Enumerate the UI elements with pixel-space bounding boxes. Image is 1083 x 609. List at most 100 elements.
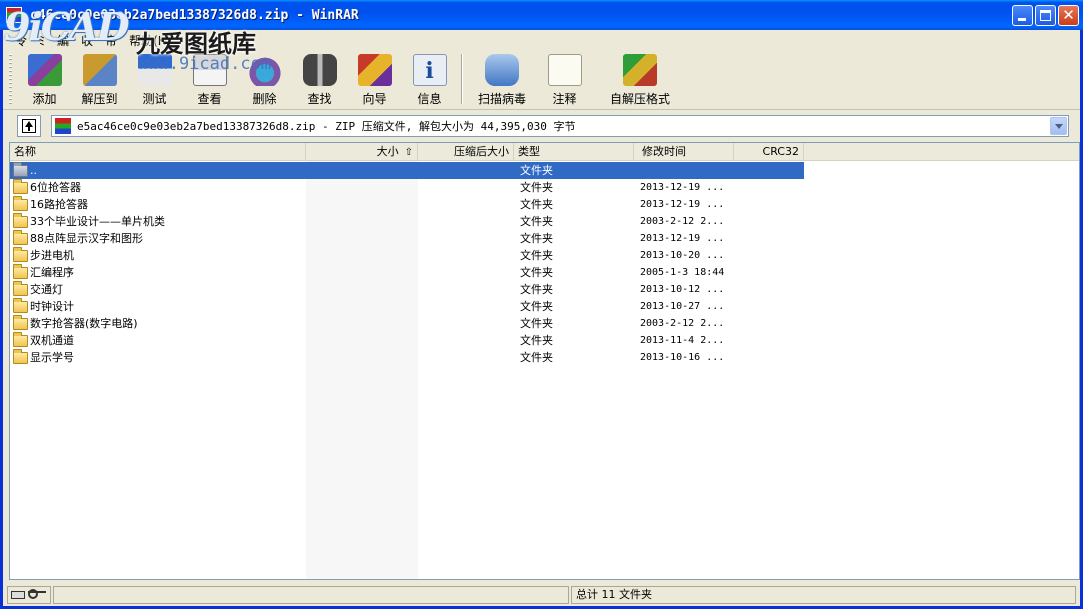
info-button[interactable]: 信息 — [402, 50, 457, 108]
folder-icon — [13, 264, 28, 279]
column-header-packed[interactable]: 压缩后大小 — [418, 143, 514, 161]
delete-label: 删除 — [252, 92, 277, 106]
delete-button[interactable]: 删除 — [237, 50, 292, 108]
path-dropdown-button[interactable] — [1050, 117, 1067, 135]
file-row[interactable]: 步进电机 文件夹 2013-10-20 ... — [10, 247, 1079, 264]
file-modified: 2013-12-19 ... — [640, 182, 725, 193]
test-button[interactable]: 测试 — [127, 50, 182, 108]
add-button[interactable]: 添加 — [17, 50, 72, 108]
find-button[interactable]: 查找 — [292, 50, 347, 108]
column-packed-label: 压缩后大小 — [454, 145, 509, 158]
wizard-button[interactable]: 向导 — [347, 50, 402, 108]
extract-to-button[interactable]: 解压到 — [72, 50, 127, 108]
column-header-name[interactable]: 名称 — [10, 143, 306, 161]
file-type: 文件夹 — [520, 317, 553, 330]
menu-item-4[interactable]: 収 — [75, 30, 99, 51]
menu-item-help[interactable]: 帮助(H) — [123, 30, 177, 51]
file-row-parent[interactable]: .. 文件夹 — [10, 162, 1079, 179]
toolbar-separator — [461, 54, 463, 104]
comment-button[interactable]: 注释 — [537, 50, 592, 108]
close-button[interactable]: ✕ — [1058, 5, 1079, 26]
file-modified: 2013-10-20 ... — [640, 250, 725, 261]
file-list[interactable]: 名称 大小 ⇧ 压缩后大小 类型 修改时间 CRC32 .. 文件夹 6位抢答器 … — [9, 142, 1080, 580]
file-type: 文件夹 — [520, 249, 553, 262]
archive-path-combo[interactable]: e5ac46ce0c9e03eb2a7bed13387326d8.zip - Z… — [51, 115, 1069, 137]
title-bar[interactable]: c46ce0c9e03eb2a7bed13387326d8.zip - WinR… — [0, 0, 1083, 30]
file-name: 交通灯 — [30, 283, 63, 296]
view-icon — [192, 54, 227, 86]
file-modified: 2003-2-12 2... — [640, 318, 725, 329]
file-row[interactable]: 双机通道 文件夹 2013-11-4 2... — [10, 332, 1079, 349]
file-name: 88点阵显示汉字和图形 — [30, 232, 143, 245]
archive-path-text: e5ac46ce0c9e03eb2a7bed13387326d8.zip - Z… — [77, 120, 576, 133]
file-name: 33个毕业设计——单片机类 — [30, 215, 165, 228]
comment-icon — [547, 54, 582, 86]
file-row[interactable]: 汇编程序 文件夹 2005-1-3 18:44 — [10, 264, 1079, 281]
archive-icon — [55, 118, 71, 134]
address-bar: e5ac46ce0c9e03eb2a7bed13387326d8.zip - Z… — [3, 112, 1080, 140]
view-button[interactable]: 查看 — [182, 50, 237, 108]
up-one-level-button[interactable] — [17, 115, 41, 137]
file-modified: 2013-10-12 ... — [640, 284, 725, 295]
column-header-modified[interactable]: 修改时间 — [634, 143, 734, 161]
file-row[interactable]: 数字抢答器(数字电路) 文件夹 2003-2-12 2... — [10, 315, 1079, 332]
file-name: 显示学号 — [30, 351, 74, 364]
column-header-type[interactable]: 类型 — [514, 143, 634, 161]
file-row[interactable]: 显示学号 文件夹 2013-10-16 ... — [10, 349, 1079, 366]
status-selection-panel — [53, 586, 569, 604]
extract-to-label: 解压到 — [81, 92, 118, 106]
file-row[interactable]: 时钟设计 文件夹 2013-10-27 ... — [10, 298, 1079, 315]
file-type: 文件夹 — [520, 300, 553, 313]
file-modified: 2013-12-19 ... — [640, 233, 725, 244]
test-icon — [137, 54, 172, 86]
folder-icon — [13, 179, 28, 194]
file-row[interactable]: 33个毕业设计——单片机类 文件夹 2003-2-12 2... — [10, 213, 1079, 230]
column-name-label: 名称 — [14, 145, 36, 158]
column-header-crc[interactable]: CRC32 — [734, 143, 804, 161]
column-header-size[interactable]: 大小 ⇧ — [306, 143, 418, 161]
status-drive-panel[interactable] — [7, 586, 51, 604]
toolbar-grip[interactable] — [9, 54, 12, 106]
file-name: 6位抢答器 — [30, 181, 81, 194]
test-label: 测试 — [142, 92, 167, 106]
scan-virus-button[interactable]: 扫描病毒 — [467, 50, 537, 108]
key-icon — [28, 589, 46, 599]
folder-icon — [13, 281, 28, 296]
file-type: 文件夹 — [520, 181, 553, 194]
file-list-header: 名称 大小 ⇧ 压缩后大小 类型 修改时间 CRC32 — [10, 143, 1079, 161]
binoculars-icon — [302, 54, 337, 86]
sfx-button[interactable]: 自解压格式 — [592, 50, 688, 108]
file-type: 文件夹 — [520, 283, 553, 296]
menu-item-1[interactable]: 令 — [9, 30, 33, 51]
minimize-button[interactable] — [1012, 5, 1033, 26]
file-row[interactable]: 6位抢答器 文件夹 2013-12-19 ... — [10, 179, 1079, 196]
file-modified: 2005-1-3 18:44 — [640, 267, 725, 278]
wizard-icon — [357, 54, 392, 86]
menu-item-3[interactable]: 編 — [51, 30, 75, 51]
up-arrow-icon — [22, 119, 36, 133]
file-type: 文件夹 — [520, 266, 553, 279]
folder-icon — [13, 332, 28, 347]
file-modified: 2013-10-16 ... — [640, 352, 725, 363]
window-title: c46ce0c9e03eb2a7bed13387326d8.zip - WinR… — [30, 7, 359, 23]
file-name: .. — [30, 164, 37, 177]
minimize-icon — [1018, 18, 1026, 21]
file-row[interactable]: 交通灯 文件夹 2013-10-12 ... — [10, 281, 1079, 298]
menu-item-2[interactable]: ﾐ — [33, 30, 51, 51]
menu-item-5[interactable]: 帝 — [99, 30, 123, 51]
close-icon: ✕ — [1062, 6, 1075, 24]
maximize-button[interactable] — [1035, 5, 1056, 26]
window-controls: ✕ — [1012, 5, 1079, 26]
file-type: 文件夹 — [520, 334, 553, 347]
drive-icon — [11, 591, 25, 599]
file-name: 双机通道 — [30, 334, 74, 347]
delete-icon — [247, 54, 282, 86]
menu-bar: 令 ﾐ 編 収 帝 帮助(H) — [3, 30, 1080, 50]
winrar-window: c46ce0c9e03eb2a7bed13387326d8.zip - WinR… — [0, 0, 1083, 609]
winrar-app-icon[interactable] — [6, 7, 22, 23]
file-row[interactable]: 16路抢答器 文件夹 2013-12-19 ... — [10, 196, 1079, 213]
maximize-icon — [1040, 10, 1051, 21]
file-modified: 2003-2-12 2... — [640, 216, 725, 227]
file-row[interactable]: 88点阵显示汉字和图形 文件夹 2013-12-19 ... — [10, 230, 1079, 247]
info-icon — [412, 54, 447, 86]
